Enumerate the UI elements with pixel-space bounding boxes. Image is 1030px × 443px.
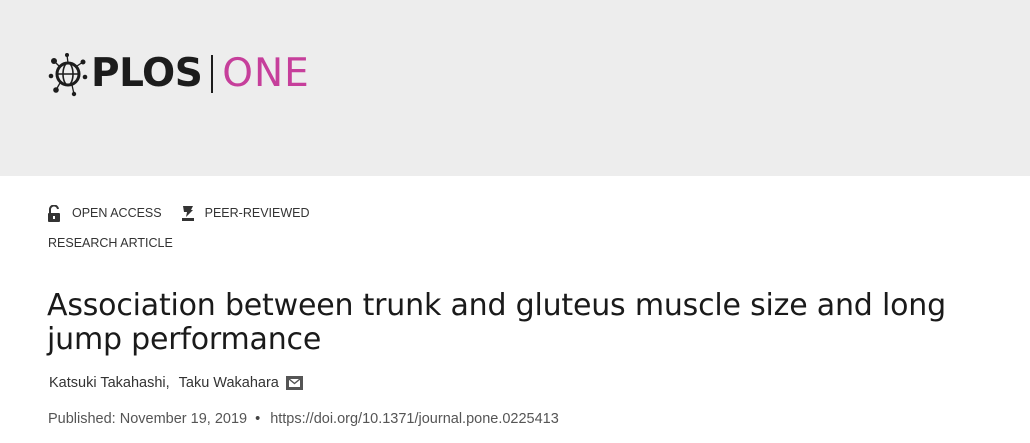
logo-plos-text: PLOS [91,51,203,96]
envelope-icon[interactable] [285,376,303,390]
author-name[interactable]: Katsuki Takahashi [49,375,166,391]
published-date: Published: November 19, 2019 [48,411,248,427]
separator-bullet: • [255,411,261,427]
site-header: PLOS ONE [0,0,1030,176]
peer-reviewed-badge[interactable]: PEER-REVIEWED [180,204,310,222]
peer-review-icon [181,206,194,221]
author-name[interactable]: Taku Wakahara [179,375,279,391]
open-access-label: OPEN ACCESS [72,206,162,220]
unlocked-padlock-icon [48,204,60,222]
doi-link[interactable]: https://doi.org/10.1371/journal.pone.022… [270,411,559,427]
open-access-badge[interactable]: OPEN ACCESS [47,204,162,222]
logo-divider [211,55,214,93]
article-type-label: RESEARCH ARTICLE [48,236,173,250]
publication-info: Published: November 19, 2019 • https://d… [48,410,559,428]
plos-one-logo[interactable]: PLOS ONE [47,48,310,100]
author-list: Katsuki Takahashi, Taku Wakahara [49,374,303,392]
article-badges: OPEN ACCESS PEER-REVIEWED [47,203,310,223]
peer-reviewed-label: PEER-REVIEWED [204,206,310,220]
plos-globe-icon [48,53,88,97]
author-separator: , [165,375,170,391]
article-title: Association between trunk and gluteus mu… [47,288,946,357]
logo-one-text: ONE [222,51,310,96]
